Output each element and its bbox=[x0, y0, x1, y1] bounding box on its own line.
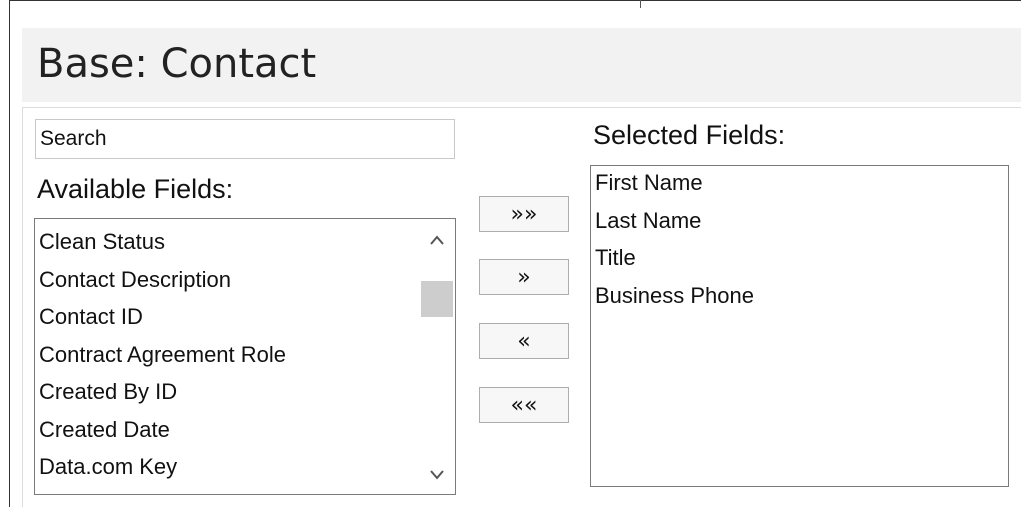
remove-all-button[interactable]: «« bbox=[479, 387, 569, 423]
list-item[interactable]: Last Name bbox=[591, 202, 1008, 240]
divider bbox=[640, 0, 641, 8]
add-all-button[interactable]: »» bbox=[479, 196, 569, 232]
chevron-down-icon bbox=[430, 470, 444, 480]
list-item[interactable]: Created By ID bbox=[35, 373, 419, 411]
list-item[interactable]: Title bbox=[591, 239, 1008, 277]
list-item[interactable]: Contact ID bbox=[35, 298, 419, 336]
scrollbar-thumb[interactable] bbox=[421, 281, 453, 318]
selected-fields-label: Selected Fields: bbox=[593, 120, 786, 150]
vertical-scrollbar[interactable] bbox=[419, 219, 455, 494]
scroll-up-button[interactable] bbox=[419, 223, 455, 257]
available-fields-label: Available Fields: bbox=[37, 174, 234, 204]
list-item[interactable]: Contact Description bbox=[35, 261, 419, 299]
chevron-up-icon bbox=[430, 235, 444, 245]
list-item[interactable]: Contract Agreement Role bbox=[35, 336, 419, 374]
list-item[interactable]: Clean Status bbox=[35, 223, 419, 261]
available-fields-list[interactable]: Clean Status Contact Description Contact… bbox=[34, 218, 456, 495]
header-bar: Base: Contact bbox=[22, 28, 1021, 102]
remove-button[interactable]: « bbox=[479, 323, 569, 359]
add-button[interactable]: » bbox=[479, 259, 569, 295]
list-item[interactable]: Created Date bbox=[35, 411, 419, 449]
list-item[interactable]: Data.com Key bbox=[35, 448, 419, 486]
selected-fields-list[interactable]: First Name Last Name Title Business Phon… bbox=[590, 165, 1009, 487]
page-title: Base: Contact bbox=[37, 41, 317, 87]
scroll-down-button[interactable] bbox=[419, 458, 455, 492]
list-item[interactable]: First Name bbox=[591, 166, 1008, 202]
list-item[interactable]: Business Phone bbox=[591, 277, 1008, 315]
search-input[interactable] bbox=[35, 119, 455, 159]
